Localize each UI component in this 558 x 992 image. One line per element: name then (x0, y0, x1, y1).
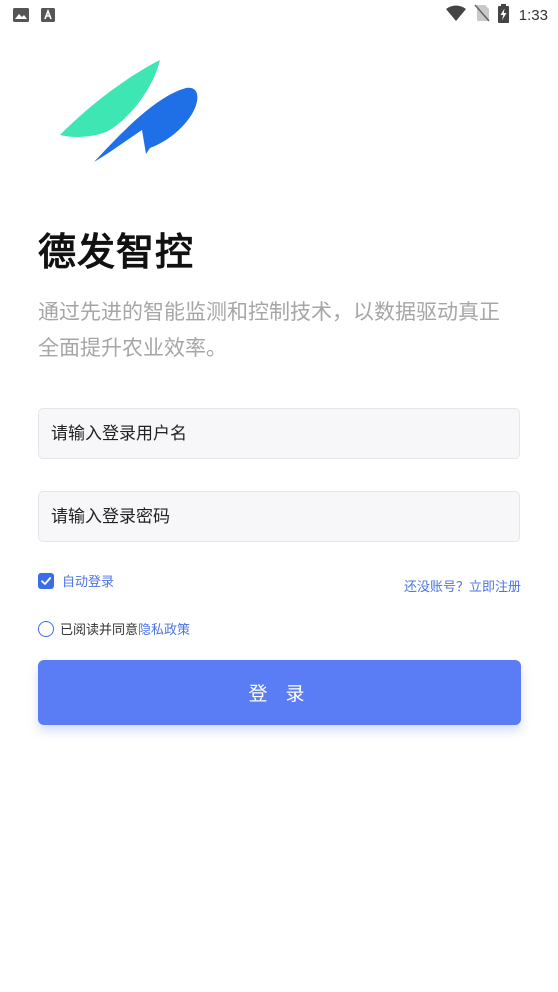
app-description: 通过先进的智能监测和控制技术，以数据驱动真正全面提升农业效率。 (38, 300, 500, 360)
username-input[interactable] (38, 408, 520, 459)
agree-text: 已阅读并同意 (60, 623, 139, 638)
clock: 1:33 (518, 6, 548, 24)
password-input[interactable] (38, 491, 520, 542)
privacy-policy-link[interactable]: 隐私政策 (138, 619, 190, 638)
image-icon (13, 7, 29, 26)
auto-login-label: 自动登录 (62, 575, 115, 590)
agree-radio[interactable] (38, 620, 54, 637)
app-title: 德发智控 (38, 230, 195, 274)
status-bar: 1:33 (0, 0, 558, 30)
login-button[interactable]: 登 录 (38, 660, 521, 725)
auto-login-toggle[interactable]: 自动登录 (38, 571, 114, 590)
text-a-icon (41, 7, 55, 26)
checkbox-checked-icon[interactable] (38, 572, 54, 589)
no-sim-icon (474, 4, 490, 26)
wifi-icon (445, 5, 466, 25)
register-link[interactable]: 还没账号？立即注册 (404, 576, 521, 595)
status-icons: 1:33 (445, 3, 548, 27)
battery-charging-icon (497, 3, 509, 27)
brand-logo (60, 60, 198, 162)
login-screen: 1:33 德发智控 通过先进的智能监测和控制技术，以数据驱动真正全面提升农业效率… (0, 0, 558, 992)
privacy-agreement: 已阅读并同意 隐私政策 (38, 619, 190, 638)
